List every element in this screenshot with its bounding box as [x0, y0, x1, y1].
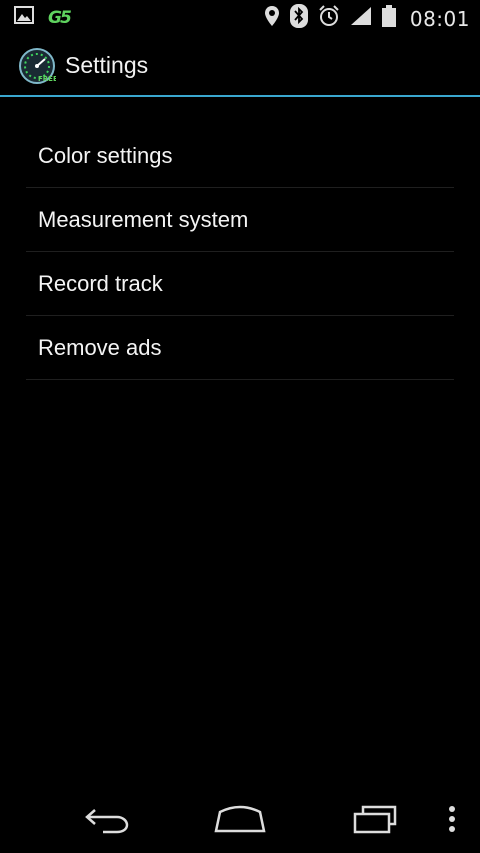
bluetooth-icon — [289, 4, 308, 33]
battery-icon — [381, 5, 396, 32]
overflow-menu-icon — [448, 805, 456, 837]
navigation-bar — [0, 793, 480, 853]
back-button[interactable] — [77, 799, 137, 843]
gs-app-icon: G5 — [48, 7, 72, 28]
settings-list: Color settings Measurement system Record… — [26, 124, 454, 380]
home-icon — [214, 804, 266, 839]
page-title: Settings — [65, 52, 149, 78]
settings-item-color-settings[interactable]: Color settings — [26, 124, 454, 188]
settings-item-remove-ads[interactable]: Remove ads — [26, 316, 454, 380]
status-bar-left: G5 — [14, 6, 72, 29]
action-bar: FREE Settings — [0, 33, 480, 95]
action-bar-divider — [0, 95, 480, 97]
status-bar-right: 08:01 — [264, 4, 470, 33]
overflow-menu-button[interactable] — [424, 799, 480, 843]
settings-item-label: Record track — [38, 270, 163, 296]
location-icon — [264, 5, 280, 32]
settings-item-label: Measurement system — [38, 206, 249, 232]
image-icon — [14, 6, 34, 29]
settings-item-record-track[interactable]: Record track — [26, 252, 454, 316]
settings-item-label: Color settings — [38, 142, 173, 168]
home-button[interactable] — [210, 799, 270, 843]
speedometer-icon[interactable]: FREE — [18, 47, 58, 85]
recent-apps-button[interactable] — [344, 799, 404, 843]
settings-item-label: Remove ads — [38, 334, 162, 360]
status-time: 08:01 — [409, 6, 470, 31]
signal-icon — [350, 6, 372, 31]
svg-text:FREE: FREE — [38, 75, 56, 83]
back-icon — [83, 804, 131, 839]
alarm-icon — [318, 5, 340, 32]
recent-apps-icon — [349, 804, 399, 839]
status-bar: G5 08:01 — [0, 0, 480, 33]
settings-item-measurement-system[interactable]: Measurement system — [26, 188, 454, 252]
